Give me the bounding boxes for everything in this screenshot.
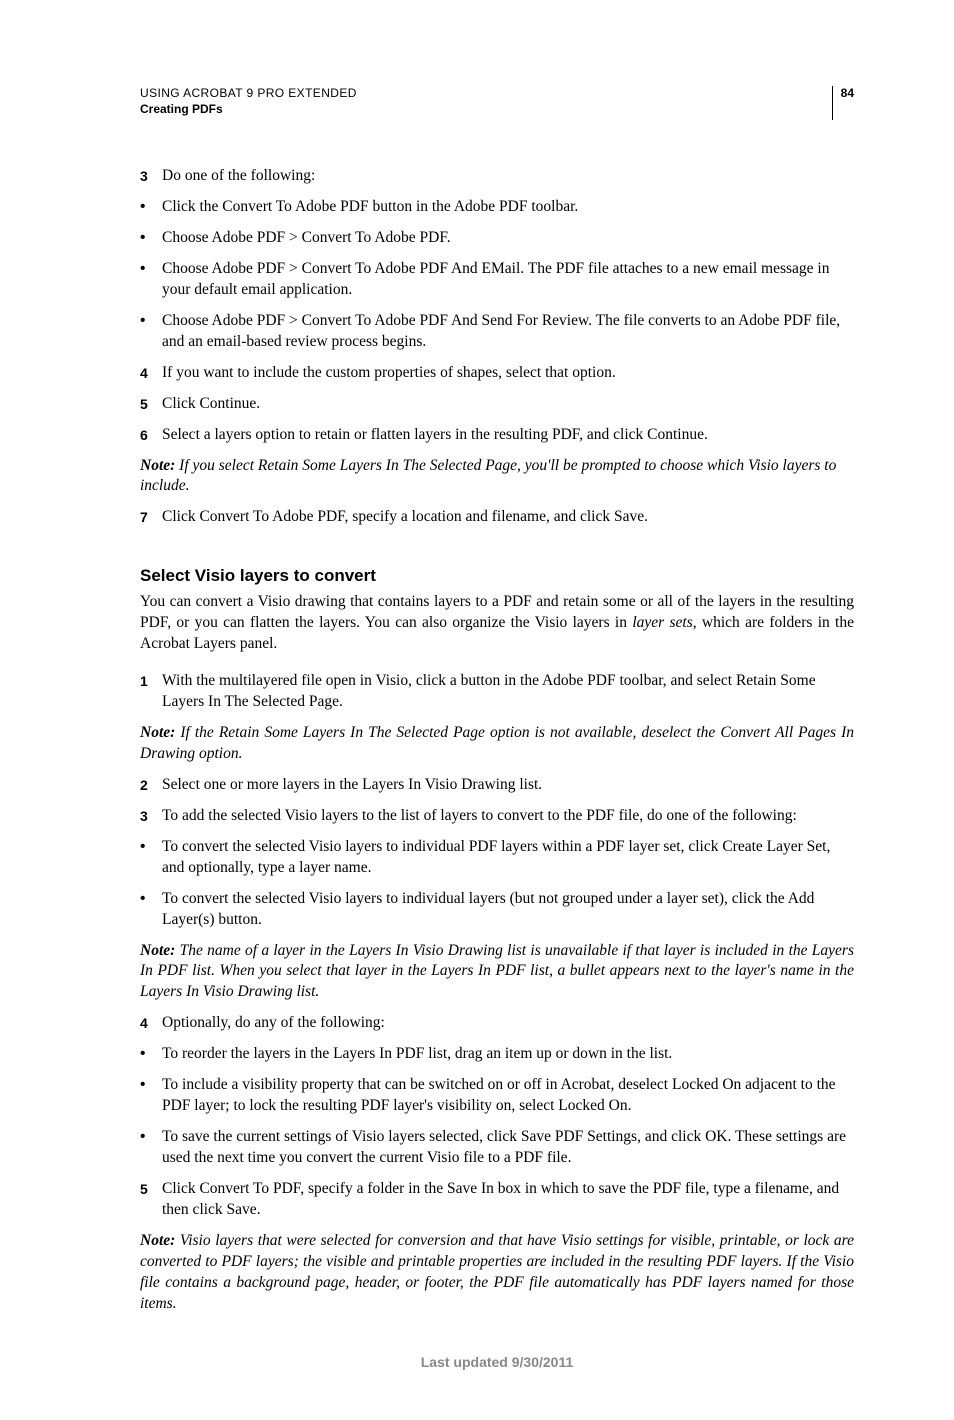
bullet-item: • To reorder the layers in the Layers In… — [140, 1044, 854, 1065]
note-3: Note: The name of a layer in the Layers … — [140, 941, 854, 1004]
bullet-text: Choose Adobe PDF > Convert To Adobe PDF … — [162, 259, 854, 301]
step-text: Click Convert To PDF, specify a folder i… — [162, 1179, 854, 1221]
bullet-marker: • — [140, 197, 162, 218]
section-heading: Select Visio layers to convert — [140, 566, 854, 586]
note-body: If the Retain Some Layers In The Selecte… — [140, 724, 854, 762]
note-body: Visio layers that were selected for conv… — [140, 1232, 854, 1312]
bullet-item: • Click the Convert To Adobe PDF button … — [140, 197, 854, 218]
step-marker: 4 — [140, 363, 162, 384]
step-marker: 5 — [140, 394, 162, 415]
bullet-text: To convert the selected Visio layers to … — [162, 889, 854, 931]
note-label: Note: — [140, 457, 175, 474]
step-marker: 1 — [140, 671, 162, 713]
step-6: 6 Select a layers option to retain or fl… — [140, 425, 854, 446]
step-marker: 7 — [140, 507, 162, 528]
step-marker: 6 — [140, 425, 162, 446]
step-text: Optionally, do any of the following: — [162, 1013, 854, 1034]
note-2: Note: If the Retain Some Layers In The S… — [140, 723, 854, 765]
note-label: Note: — [140, 1232, 175, 1249]
note-1: Note: If you select Retain Some Layers I… — [140, 456, 854, 498]
page-content: 84 USING ACROBAT 9 PRO EXTENDED Creating… — [0, 0, 954, 1420]
bullet-item: • To include a visibility property that … — [140, 1075, 854, 1117]
bullet-marker: • — [140, 837, 162, 879]
bullet-text: To reorder the layers in the Layers In P… — [162, 1044, 854, 1065]
step-7: 7 Click Convert To Adobe PDF, specify a … — [140, 507, 854, 528]
step-marker: 3 — [140, 166, 162, 187]
bullet-marker: • — [140, 1044, 162, 1065]
step-2b: 2 Select one or more layers in the Layer… — [140, 775, 854, 796]
bullet-text: Choose Adobe PDF > Convert To Adobe PDF … — [162, 311, 854, 353]
bullet-text: To include a visibility property that ca… — [162, 1075, 854, 1117]
step-marker: 2 — [140, 775, 162, 796]
section-intro: You can convert a Visio drawing that con… — [140, 592, 854, 655]
step-marker: 5 — [140, 1179, 162, 1221]
header-title: USING ACROBAT 9 PRO EXTENDED — [140, 86, 854, 100]
header-subtitle: Creating PDFs — [140, 102, 854, 116]
step-text: Select a layers option to retain or flat… — [162, 425, 854, 446]
step-4: 4 If you want to include the custom prop… — [140, 363, 854, 384]
step-5b: 5 Click Convert To PDF, specify a folder… — [140, 1179, 854, 1221]
step-text: Select one or more layers in the Layers … — [162, 775, 854, 796]
bullet-marker: • — [140, 1127, 162, 1169]
bullet-marker: • — [140, 889, 162, 931]
step-3b: 3 To add the selected Visio layers to th… — [140, 806, 854, 827]
step-text: Click Continue. — [162, 394, 854, 415]
note-body: If you select Retain Some Layers In The … — [140, 457, 836, 495]
bullet-item: • To convert the selected Visio layers t… — [140, 889, 854, 931]
step-marker: 3 — [140, 806, 162, 827]
step-marker: 4 — [140, 1013, 162, 1034]
bullet-marker: • — [140, 259, 162, 301]
intro-em: layer sets — [632, 614, 692, 631]
step-5: 5 Click Continue. — [140, 394, 854, 415]
bullet-marker: • — [140, 1075, 162, 1117]
footer-updated: Last updated 9/30/2011 — [140, 1354, 854, 1370]
note-label: Note: — [140, 724, 175, 741]
page-number: 84 — [832, 86, 854, 120]
bullet-text: Click the Convert To Adobe PDF button in… — [162, 197, 854, 218]
bullet-item: • Choose Adobe PDF > Convert To Adobe PD… — [140, 311, 854, 353]
step-text: With the multilayered file open in Visio… — [162, 671, 854, 713]
bullet-item: • Choose Adobe PDF > Convert To Adobe PD… — [140, 259, 854, 301]
step-1b: 1 With the multilayered file open in Vis… — [140, 671, 854, 713]
bullet-item: • Choose Adobe PDF > Convert To Adobe PD… — [140, 228, 854, 249]
step-4b: 4 Optionally, do any of the following: — [140, 1013, 854, 1034]
note-4: Note: Visio layers that were selected fo… — [140, 1231, 854, 1315]
note-label: Note: — [140, 942, 175, 959]
step-text: Click Convert To Adobe PDF, specify a lo… — [162, 507, 854, 528]
bullet-marker: • — [140, 228, 162, 249]
bullet-item: • To convert the selected Visio layers t… — [140, 837, 854, 879]
step-text: If you want to include the custom proper… — [162, 363, 854, 384]
step-text: Do one of the following: — [162, 166, 854, 187]
bullet-text: To convert the selected Visio layers to … — [162, 837, 854, 879]
bullet-text: To save the current settings of Visio la… — [162, 1127, 854, 1169]
step-text: To add the selected Visio layers to the … — [162, 806, 854, 827]
bullet-marker: • — [140, 311, 162, 353]
bullet-item: • To save the current settings of Visio … — [140, 1127, 854, 1169]
step-3: 3 Do one of the following: — [140, 166, 854, 187]
bullet-text: Choose Adobe PDF > Convert To Adobe PDF. — [162, 228, 854, 249]
note-body: The name of a layer in the Layers In Vis… — [140, 942, 854, 1001]
